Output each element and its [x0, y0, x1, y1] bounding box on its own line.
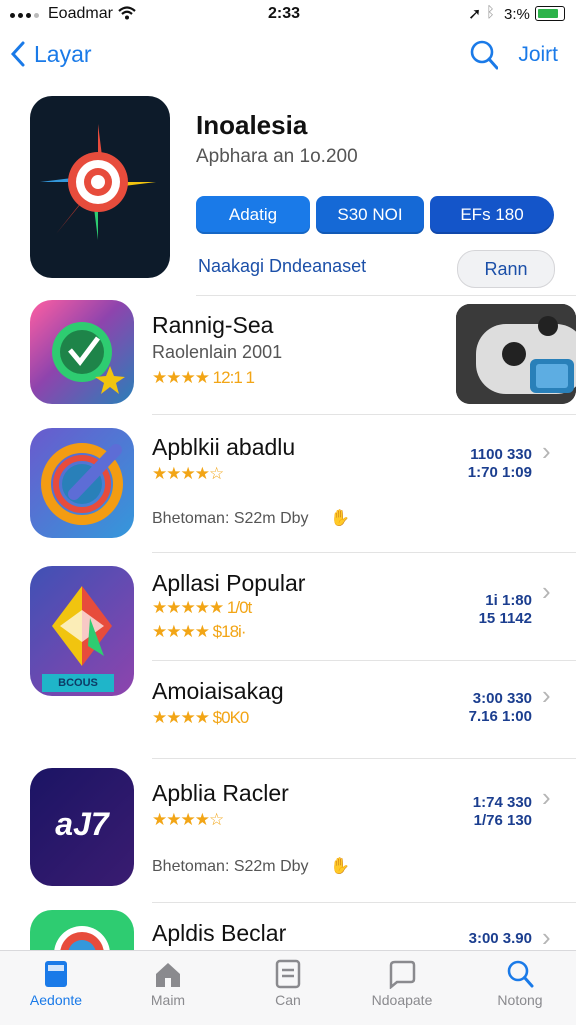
tab-updates[interactable]: Ndoapate [352, 959, 452, 1008]
row1-app-icon[interactable] [30, 300, 134, 404]
row3-num: 1i 1:80 15 1142 [478, 592, 532, 627]
check-star-icon [52, 322, 125, 394]
row5-num: 1:74 330 1/76 130 [472, 794, 532, 829]
signal-icon [10, 6, 39, 18]
chevron-left-icon [10, 41, 25, 67]
hand-icon: ✋ [330, 510, 350, 527]
row5-app-icon[interactable]: aJ7 [30, 768, 134, 886]
featured-app-icon[interactable] [30, 96, 170, 278]
row4-num: 3:00 330 7.16 1:00 [468, 690, 532, 725]
row5-title[interactable]: Apblia Racler [152, 780, 289, 807]
chevron-right-icon[interactable]: › [542, 782, 551, 813]
nav-actions: Joirt [470, 40, 558, 70]
clock: 2:33 [268, 5, 301, 22]
tab-home[interactable]: Maim [118, 959, 218, 1008]
pen-ring-icon [41, 443, 123, 525]
row6-num: 3:00 3.90 [468, 930, 532, 947]
row2-meta: Bhetoman: S22m Dby [152, 510, 309, 527]
controller-image [456, 304, 576, 404]
tab-bar: Aedonte Maim Can Ndoapate Notong [0, 950, 576, 1025]
row3-rating-2: ★★★★ $18i· [152, 622, 246, 641]
row1-rating: ★★★★ 12:1 1 [152, 368, 255, 387]
back-label: Layar [34, 40, 92, 67]
tab-can[interactable]: Can [238, 959, 338, 1008]
home-icon [156, 963, 180, 987]
row4-title[interactable]: Amoiaisakag [152, 678, 284, 705]
row1-subtitle: Raolenlain 2001 [152, 342, 283, 362]
divider [152, 552, 576, 553]
search-icon [507, 960, 534, 988]
featured-button-3[interactable]: EFs 180 [430, 196, 554, 234]
tab-search[interactable]: Notong [470, 959, 570, 1008]
row5-meta: Bhetoman: S22m Dby [152, 858, 309, 875]
row3-rating-1: ★★★★★ 1/0t [152, 598, 252, 617]
row6-title[interactable]: Apldis Beclar [152, 920, 286, 947]
row1-title[interactable]: Rannig-Sea [152, 312, 273, 339]
row3-badge: BCOUS [42, 674, 114, 692]
location-icon: ➚ [468, 6, 482, 23]
divider [152, 414, 576, 415]
today-icon [45, 961, 67, 987]
row2-num: 1100 330 1:70 1:09 [467, 446, 532, 481]
row3-app-icon[interactable]: BCOUS [30, 566, 134, 696]
row2-app-icon[interactable] [30, 428, 134, 538]
battery-percent: 3:% [504, 6, 530, 23]
featured-button-1[interactable]: Adatig [196, 196, 310, 234]
chevron-right-icon[interactable]: › [542, 436, 551, 467]
row5-rating: ★★★★☆ [152, 810, 224, 829]
tab-today[interactable]: Aedonte [6, 959, 106, 1008]
row4-rating: ★★★★ $0K0 [152, 708, 249, 727]
divider [152, 902, 576, 903]
row5-icon-text: aJ7 [55, 806, 109, 842]
featured-subtitle: Apbhara an 1o.200 [196, 146, 358, 167]
chevron-right-icon[interactable]: › [542, 576, 551, 607]
carrier-label: Eoadmar [48, 5, 113, 22]
divider [152, 758, 576, 759]
featured-link[interactable]: Naakagi Dndeanaset [198, 256, 366, 277]
document-icon [275, 959, 301, 989]
row2-title[interactable]: Apblkii abadlu [152, 434, 295, 461]
chat-icon [389, 960, 416, 990]
battery-icon [535, 6, 565, 21]
hand-icon: ✋ [330, 858, 350, 875]
row2-rating: ★★★★☆ [152, 464, 224, 483]
search-icon[interactable] [470, 40, 499, 70]
row3-title[interactable]: Apllasi Popular [152, 570, 305, 597]
featured-button-2[interactable]: S30 NOI [316, 196, 424, 234]
gamepad-icon [456, 304, 576, 404]
back-button[interactable]: Layar [10, 40, 92, 68]
divider [196, 295, 576, 296]
featured-title: Inoalesia [196, 110, 308, 140]
featured-pill-button[interactable]: Rann [457, 250, 555, 288]
target-star-icon [40, 124, 156, 240]
status-bar: Eoadmar 2:33 ➚ ᛒ 3:% [0, 0, 576, 30]
chevron-right-icon[interactable]: › [542, 922, 551, 953]
wifi-icon [118, 6, 136, 20]
bluetooth-icon: ᛒ [486, 4, 496, 21]
divider [152, 660, 576, 661]
chevron-right-icon[interactable]: › [542, 680, 551, 711]
join-button[interactable]: Joirt [518, 43, 558, 67]
